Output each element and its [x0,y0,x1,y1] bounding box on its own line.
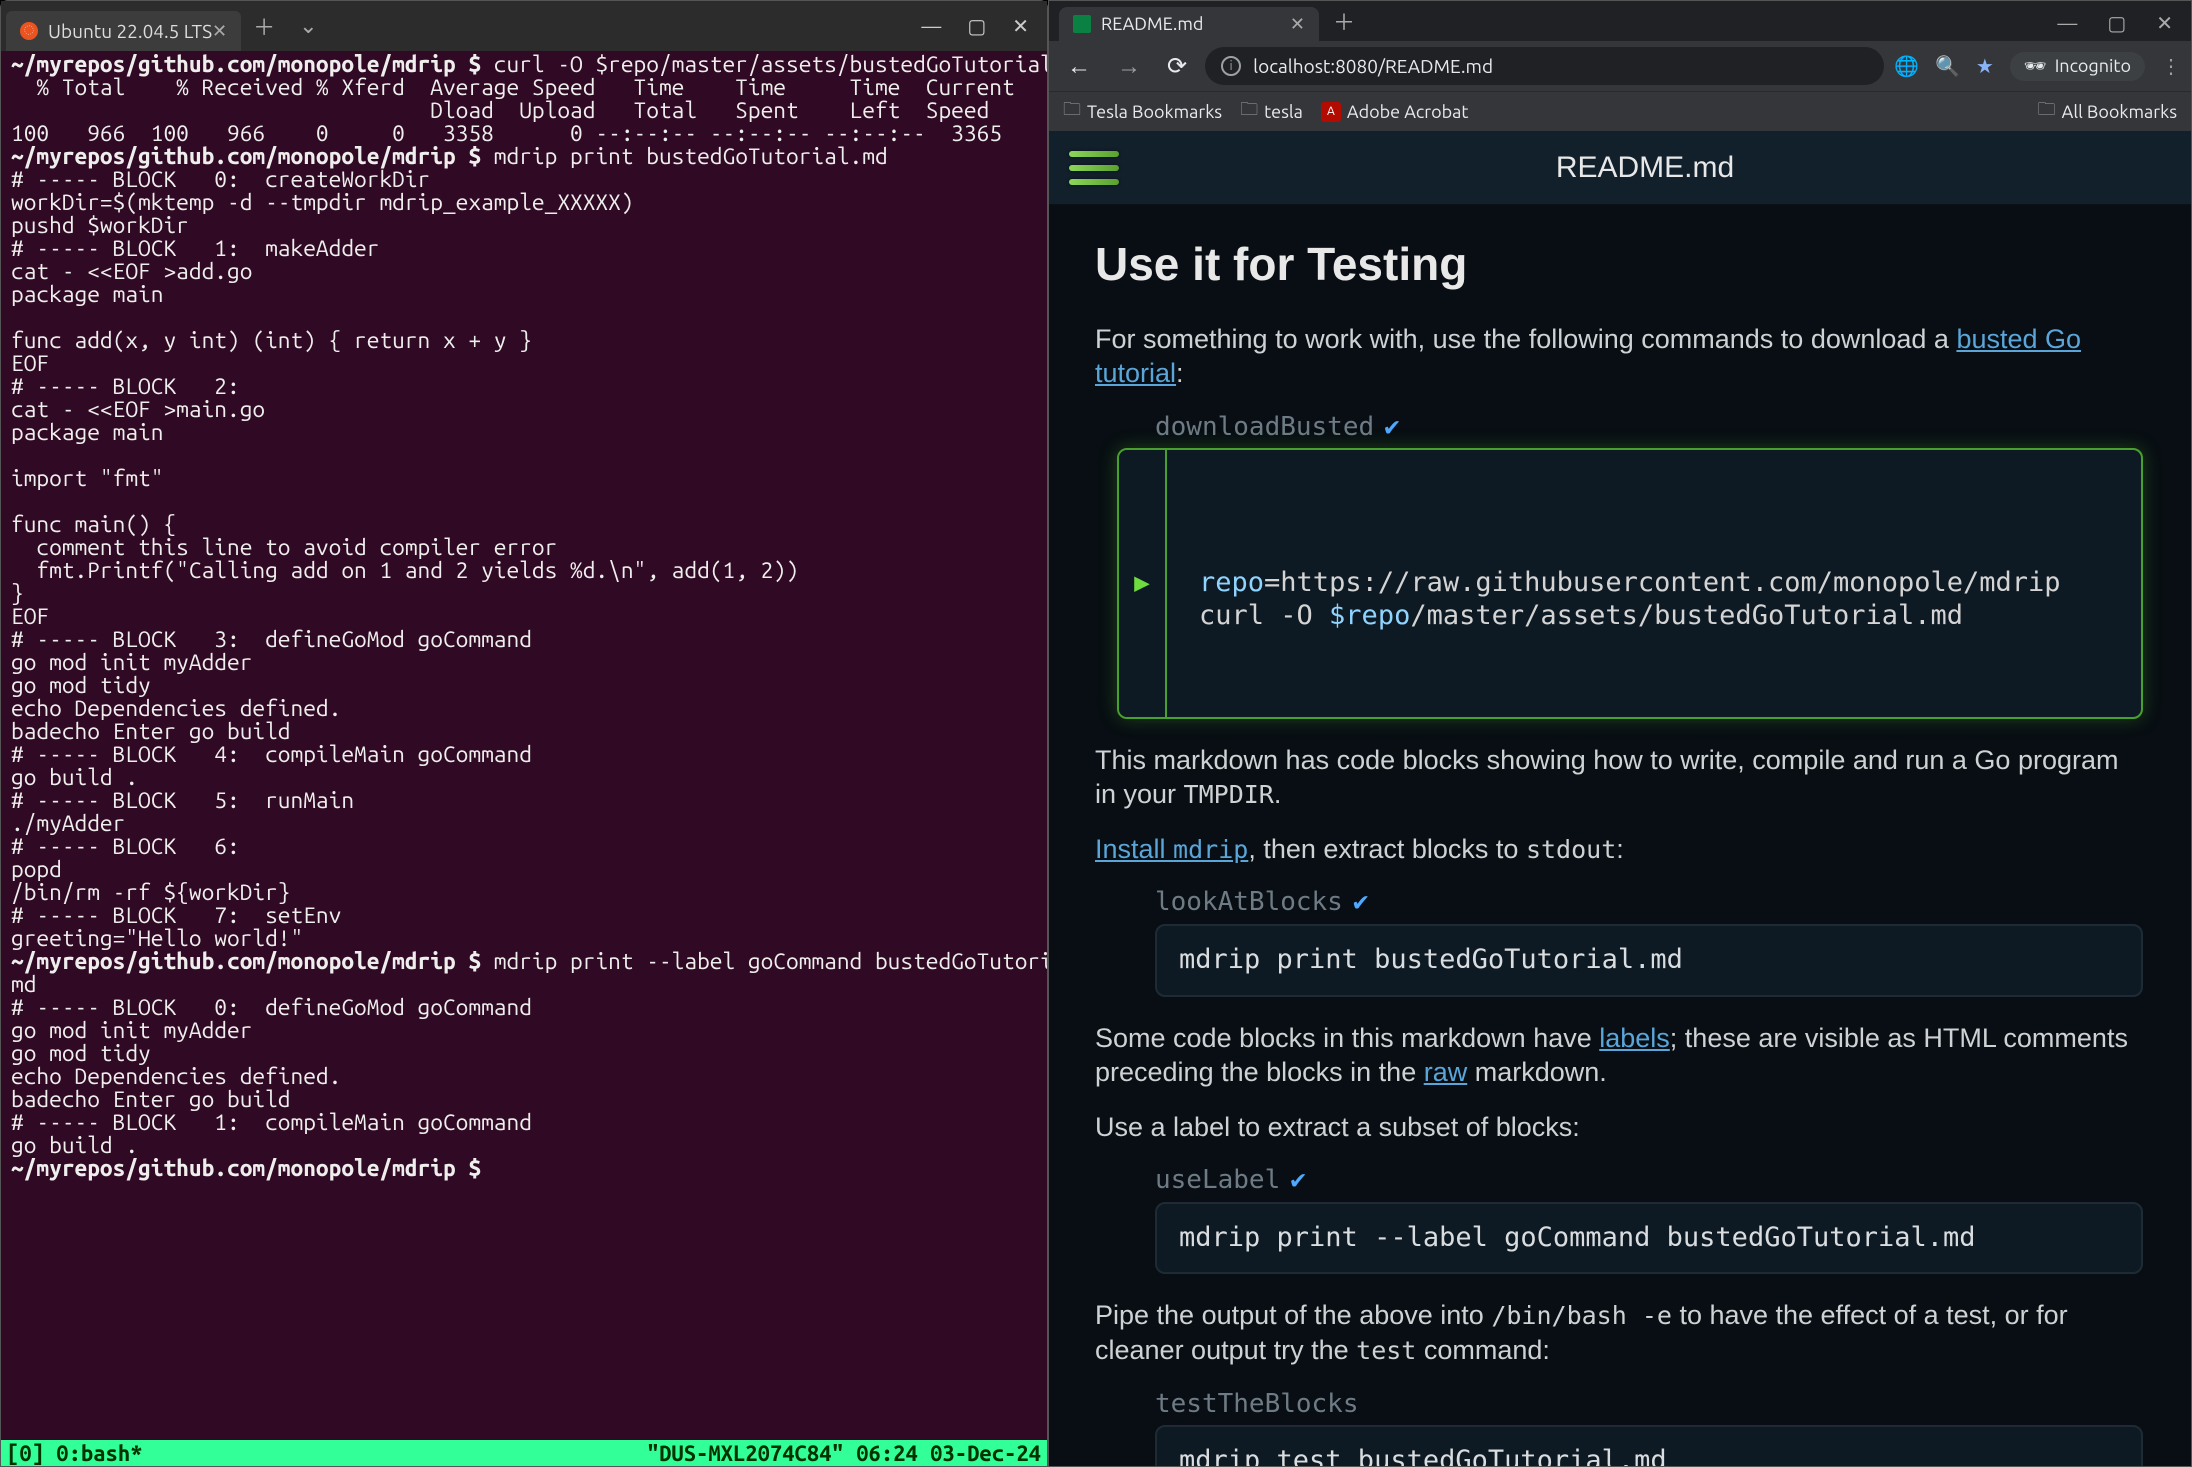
acrobat-icon: A [1321,102,1341,122]
forward-button[interactable]: → [1109,52,1149,81]
install-mdrip-link[interactable]: Install mdrip [1095,834,1248,864]
raw-link[interactable]: raw [1424,1057,1468,1087]
url-text: localhost:8080/README.md [1253,55,1493,77]
heading-1: Use it for Testing [1095,235,2145,294]
all-bookmarks-button[interactable]: 🗀All Bookmarks [2038,97,2177,127]
menu-icon[interactable]: ⋮ [2161,54,2181,78]
check-icon: ✔ [1353,887,1369,917]
folder-icon: 🗀 [2038,97,2056,127]
close-icon[interactable]: ✕ [1290,14,1305,35]
code-block-label: testTheBlocks [1155,1388,2145,1421]
bookmark-item[interactable]: 🗀Tesla Bookmarks [1063,97,1222,127]
paragraph: For something to work with, use the foll… [1095,322,2145,391]
reload-button[interactable]: ⟳ [1159,52,1195,80]
bookmark-star-icon[interactable]: ★ [1976,54,1994,78]
minimize-button[interactable]: — [2057,11,2077,35]
close-icon[interactable]: ✕ [212,21,227,42]
code-block-downloadbusted: ▶ repo=https://raw.githubusercontent.com… [1117,448,2143,719]
paragraph: This markdown has code blocks showing ho… [1095,743,2145,812]
ubuntu-icon: ◌ [20,22,38,40]
address-bar[interactable]: i localhost:8080/README.md [1205,47,1884,85]
hamburger-icon[interactable] [1069,151,1119,185]
browser-toolbar: ← → ⟳ i localhost:8080/README.md 🌐 🔍 ★ 🕶… [1049,41,2191,91]
translate-icon[interactable]: 🌐 [1894,54,1919,78]
new-tab-button[interactable]: ＋ [1319,5,1369,37]
tab-dropdown-icon[interactable]: ⌄ [287,13,329,39]
bookmark-item[interactable]: 🗀tesla [1240,97,1303,127]
browser-tab-title: README.md [1101,14,1278,34]
folder-icon: 🗀 [1063,97,1081,127]
check-icon: ✔ [1290,1165,1306,1195]
close-window-button[interactable]: ✕ [2156,11,2173,35]
folder-icon: 🗀 [1240,97,1258,127]
labels-link[interactable]: labels [1599,1023,1670,1053]
close-window-button[interactable]: ✕ [1012,14,1029,38]
incognito-badge[interactable]: 🕶 Incognito [2010,52,2145,81]
paragraph: Some code blocks in this markdown have l… [1095,1021,2145,1090]
maximize-button[interactable]: ▢ [2107,11,2126,35]
back-button[interactable]: ← [1059,52,1099,81]
code-block-label: downloadBusted✔ [1155,411,2145,444]
paragraph: Use a label to extract a subset of block… [1095,1110,2145,1145]
incognito-icon: 🕶 [2024,56,2047,77]
status-left: [0] 0:bash* [7,1441,143,1466]
page-header: README.md [1049,131,2191,205]
terminal-tab[interactable]: ◌ Ubuntu 22.04.5 LTS ✕ [6,11,241,51]
browser-window: README.md ✕ ＋ — ▢ ✕ ← → ⟳ i localhost:80… [1048,0,2192,1467]
maximize-button[interactable]: ▢ [967,14,986,38]
check-icon: ✔ [1384,412,1400,442]
code-content[interactable]: repo=https://raw.githubusercontent.com/m… [1189,567,2119,633]
terminal-tab-title: Ubuntu 22.04.5 LTS [48,20,212,42]
terminal-window: ◌ Ubuntu 22.04.5 LTS ✕ ＋ ⌄ — ▢ ✕ ~/myrep… [0,0,1048,1467]
terminal-statusbar: [0] 0:bash* "DUS-MXL2074C84" 06:24 03-De… [1,1440,1047,1466]
paragraph: Install mdrip, then extract blocks to st… [1095,832,2145,867]
browser-tabstrip: README.md ✕ ＋ — ▢ ✕ [1049,1,2191,41]
browser-window-controls: — ▢ ✕ [2057,11,2191,35]
page-title: README.md [1119,151,2171,185]
site-info-icon[interactable]: i [1221,56,1241,76]
favicon-icon [1073,15,1091,33]
page-viewport: README.md Use it for Testing For somethi… [1049,131,2191,1466]
minimize-button[interactable]: — [921,14,941,38]
browser-tab[interactable]: README.md ✕ [1059,7,1319,41]
run-button[interactable]: ▶ [1119,450,1167,717]
code-block-label: useLabel✔ [1155,1164,2145,1197]
zoom-icon[interactable]: 🔍 [1935,54,1960,78]
page-content: Use it for Testing For something to work… [1049,205,2191,1466]
paragraph: Pipe the output of the above into /bin/b… [1095,1298,2145,1367]
status-right: "DUS-MXL2074C84" 06:24 03-Dec-24 [647,1441,1041,1466]
code-block-uselabel[interactable]: mdrip print --label goCommand bustedGoTu… [1155,1202,2143,1275]
toolbar-right: 🌐 🔍 ★ 🕶 Incognito ⋮ [1894,52,2181,81]
code-block-lookatblocks[interactable]: mdrip print bustedGoTutorial.md [1155,924,2143,997]
terminal-window-controls: — ▢ ✕ [921,14,1047,38]
incognito-label: Incognito [2055,56,2131,76]
bookmark-item[interactable]: AAdobe Acrobat [1321,102,1469,122]
code-block-label: lookAtBlocks✔ [1155,886,2145,919]
terminal-body[interactable]: ~/myrepos/github.com/monopole/mdrip $ cu… [1,51,1047,1440]
bookmarks-bar: 🗀Tesla Bookmarks 🗀tesla AAdobe Acrobat 🗀… [1049,91,2191,131]
new-tab-button[interactable]: ＋ [241,10,287,42]
code-block-testtheblocks[interactable]: mdrip test bustedGoTutorial.md echo $? [1155,1425,2143,1466]
terminal-tabbar: ◌ Ubuntu 22.04.5 LTS ✕ ＋ ⌄ — ▢ ✕ [1,1,1047,51]
